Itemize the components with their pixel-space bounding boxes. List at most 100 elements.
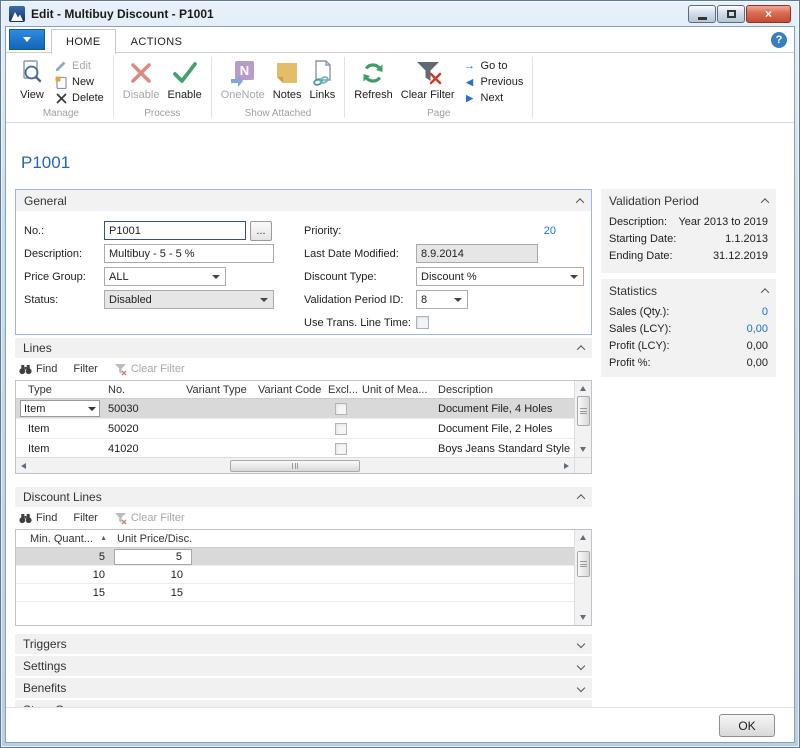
tab-home[interactable]: HOME: [51, 29, 116, 54]
vertical-scrollbar[interactable]: [574, 381, 591, 457]
excl-checkbox[interactable]: [335, 443, 347, 455]
clear-filter-button[interactable]: Clear Filter: [397, 56, 459, 103]
lines-clear-filter-button[interactable]: Clear Filter: [114, 363, 185, 376]
lines-section-header[interactable]: Lines: [15, 338, 592, 358]
statistics-factbox-header[interactable]: Statistics: [601, 279, 776, 303]
ribbon-group-label-process: Process: [114, 107, 211, 122]
scroll-up-button[interactable]: [575, 530, 591, 545]
fb-description-value: Year 2013 to 2019: [678, 216, 768, 228]
view-button[interactable]: View: [14, 56, 50, 103]
table-row[interactable]: 5 5: [16, 548, 574, 566]
fb-profit-pct-label: Profit %:: [609, 357, 651, 369]
unit-price-cell-active[interactable]: 5: [114, 549, 192, 565]
previous-icon: ◀: [463, 75, 477, 89]
tab-actions[interactable]: ACTIONS: [116, 29, 198, 53]
column-min-quantity[interactable]: Min. Quant...▲: [16, 533, 113, 545]
fb-sales-lcy-value[interactable]: 0,00: [747, 323, 768, 335]
column-excl[interactable]: Excl...: [324, 384, 358, 396]
notes-button[interactable]: Notes: [269, 56, 306, 103]
scroll-up-button[interactable]: [575, 381, 591, 396]
column-unit-price-discount[interactable]: Unit Price/Disc....: [113, 533, 193, 545]
scrollbar-thumb[interactable]: [230, 460, 360, 472]
column-variant-type[interactable]: Variant Type: [182, 384, 254, 396]
minimize-button[interactable]: [688, 5, 716, 23]
onenote-label: OneNote: [221, 89, 265, 102]
use-trans-line-time-checkbox[interactable]: [416, 316, 429, 329]
discount-find-button[interactable]: Find: [19, 512, 57, 524]
table-row[interactable]: Item 41020 Boys Jeans Standard Style: [16, 439, 574, 459]
column-type[interactable]: Type: [16, 384, 104, 396]
description-input[interactable]: Multibuy - 5 - 5 %: [104, 244, 274, 263]
column-description[interactable]: Description: [434, 384, 574, 396]
maximize-button[interactable]: [717, 5, 745, 23]
scroll-down-button[interactable]: [575, 442, 591, 457]
edit-button[interactable]: Edit: [50, 58, 108, 74]
scroll-left-button[interactable]: [16, 458, 31, 473]
refresh-label: Refresh: [354, 89, 393, 102]
scrollbar-thumb[interactable]: [577, 551, 590, 577]
clear-filter-icon: [414, 57, 442, 89]
benefits-section-header[interactable]: Benefits: [15, 678, 592, 698]
last-date-modified-label: Last Date Modified:: [304, 248, 416, 260]
scrollbar-track[interactable]: [31, 460, 559, 472]
assist-edit-button[interactable]: ...: [250, 221, 272, 241]
close-button[interactable]: ×: [746, 5, 791, 23]
discount-clear-filter-button[interactable]: Clear Filter: [114, 512, 185, 525]
fb-profit-lcy-value: 0,00: [747, 340, 768, 352]
help-button[interactable]: ?: [771, 32, 787, 48]
fb-description-label: Description:: [609, 216, 667, 228]
validation-period-factbox-header[interactable]: Validation Period: [601, 189, 776, 213]
horizontal-scrollbar[interactable]: [16, 457, 574, 473]
type-cell-dropdown[interactable]: Item: [20, 400, 100, 417]
filter-label: Filter: [73, 363, 97, 375]
fb-sales-qty-value[interactable]: 0: [762, 306, 768, 318]
scroll-down-button[interactable]: [575, 610, 591, 625]
scroll-right-button[interactable]: [559, 458, 574, 473]
delete-button[interactable]: Delete: [50, 90, 108, 106]
window-title: Edit - Multibuy Discount - P1001: [31, 7, 214, 21]
lines-filter-button[interactable]: Filter: [73, 363, 97, 375]
chevron-down-icon: [260, 298, 268, 302]
settings-section-header[interactable]: Settings: [15, 656, 592, 676]
discount-type-label: Discount Type:: [304, 271, 416, 283]
onenote-button[interactable]: N OneNote: [217, 56, 269, 103]
application-menu-button[interactable]: [9, 29, 45, 50]
excl-checkbox[interactable]: [335, 403, 347, 415]
title-bar[interactable]: Edit - Multibuy Discount - P1001 ×: [1, 1, 799, 26]
triggers-section-header[interactable]: Triggers: [15, 634, 592, 654]
chevron-down-icon: [577, 640, 585, 648]
no-input[interactable]: P1001: [104, 221, 246, 240]
validation-period-id-select[interactable]: 8: [416, 290, 468, 309]
links-button[interactable]: Links: [306, 56, 340, 103]
price-group-select[interactable]: ALL: [104, 267, 226, 286]
column-unit-of-measure[interactable]: Unit of Mea...: [358, 384, 434, 396]
column-no[interactable]: No.: [104, 384, 182, 396]
table-row[interactable]: Item 50020 Document File, 2 Holes: [16, 419, 574, 439]
ok-button[interactable]: OK: [719, 714, 775, 737]
last-date-modified-input[interactable]: 8.9.2014: [416, 244, 538, 263]
new-button[interactable]: New: [50, 74, 108, 90]
disable-button[interactable]: Disable: [119, 56, 164, 103]
excl-checkbox[interactable]: [335, 423, 347, 435]
discount-filter-button[interactable]: Filter: [73, 512, 97, 524]
previous-button[interactable]: ◀ Previous: [459, 74, 528, 90]
table-row[interactable]: 10 10: [16, 566, 574, 584]
table-row-empty[interactable]: [16, 602, 574, 620]
next-button[interactable]: ▶ Next: [459, 90, 528, 106]
lines-find-button[interactable]: Find: [19, 363, 57, 375]
goto-button[interactable]: → Go to: [459, 58, 528, 74]
column-variant-code[interactable]: Variant Code: [254, 384, 324, 396]
factbox-row: Sales (LCY): 0,00: [601, 320, 776, 337]
discount-type-select[interactable]: Discount %: [416, 267, 584, 286]
refresh-button[interactable]: Refresh: [350, 56, 397, 103]
factbox-row: Ending Date: 31.12.2019: [601, 247, 776, 264]
use-trans-line-time-label: Use Trans. Line Time:: [304, 317, 416, 329]
enable-button[interactable]: Enable: [163, 56, 205, 103]
general-fasttab-header[interactable]: General: [16, 190, 591, 211]
discount-lines-section-header[interactable]: Discount Lines: [15, 487, 592, 507]
scrollbar-thumb[interactable]: [577, 396, 590, 426]
status-select[interactable]: Disabled: [104, 290, 274, 309]
table-row[interactable]: Item 50030 Document File, 4 Holes: [16, 399, 574, 419]
table-row[interactable]: 15 15: [16, 584, 574, 602]
vertical-scrollbar[interactable]: [574, 530, 591, 625]
